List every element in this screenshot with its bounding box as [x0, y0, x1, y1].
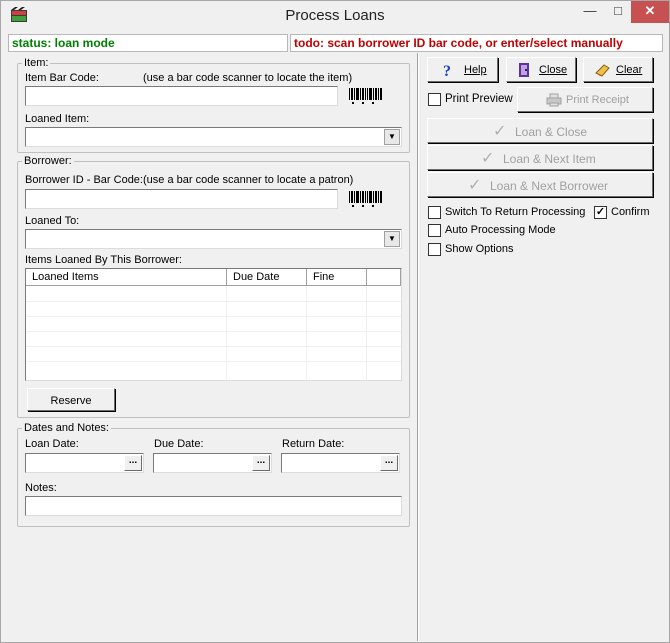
- grid-line: [26, 331, 401, 332]
- notes-input[interactable]: [25, 496, 402, 516]
- maximize-button[interactable]: □: [605, 1, 631, 23]
- loaned-to-label: Loaned To:: [25, 215, 80, 227]
- print-preview-label: Print Preview: [445, 93, 513, 105]
- print-receipt-label: Print Receipt: [566, 94, 629, 106]
- close-icon: ✕: [644, 3, 656, 18]
- loaned-item-select[interactable]: ▼: [25, 127, 402, 147]
- auto-processing-checkbox[interactable]: [428, 224, 441, 237]
- svg-text:?: ?: [443, 63, 451, 78]
- printer-icon: [546, 93, 562, 107]
- minimize-button[interactable]: —: [575, 1, 605, 23]
- reserve-button[interactable]: Reserve: [27, 388, 115, 411]
- dates-group-title: Dates and Notes:: [22, 422, 111, 435]
- item-group: Item: Item Bar Code: (use a bar code sca…: [17, 57, 410, 153]
- switch-return-checkbox[interactable]: [428, 206, 441, 219]
- barcode-icon[interactable]: [348, 189, 384, 209]
- reserve-button-label: Reserve: [50, 395, 92, 407]
- notes-label: Notes:: [25, 482, 57, 494]
- loaned-to-select[interactable]: ▼: [25, 229, 402, 249]
- grid-line: [26, 361, 401, 362]
- item-group-title: Item:: [22, 57, 51, 70]
- check-icon: ✓: [493, 123, 507, 140]
- chevron-down-icon[interactable]: ▼: [384, 129, 400, 145]
- grid-line: [26, 316, 401, 317]
- borrower-barcode-hint: (use a bar code scanner to locate a patr…: [143, 174, 354, 186]
- loan-date-label: Loan Date:: [25, 438, 79, 450]
- close-label: Close: [539, 64, 568, 76]
- panel-divider: [417, 53, 419, 641]
- help-icon: ?: [443, 63, 451, 78]
- list-header: Loaned Items Due Date Fine: [26, 269, 401, 286]
- loan-next-borrower-button[interactable]: ✓ Loan & Next Borrower: [427, 172, 653, 197]
- column-header-fine[interactable]: Fine: [307, 269, 367, 286]
- close-button[interactable]: Close: [506, 57, 576, 82]
- items-loaned-list[interactable]: Loaned Items Due Date Fine: [25, 268, 402, 381]
- check-icon: ✓: [481, 150, 495, 167]
- date-picker-button[interactable]: ...: [124, 455, 142, 471]
- confirm-label: Confirm: [611, 206, 650, 218]
- loan-next-borrower-label: Loan & Next Borrower: [490, 179, 609, 193]
- chevron-down-icon[interactable]: ▼: [384, 231, 400, 247]
- minimize-icon: —: [583, 3, 597, 18]
- switch-return-label: Switch To Return Processing: [445, 206, 586, 218]
- items-loaned-label: Items Loaned By This Borrower:: [25, 254, 182, 266]
- close-window-button[interactable]: ✕: [631, 1, 669, 23]
- check-icon: ✓: [468, 177, 482, 194]
- borrower-barcode-label: Borrower ID - Bar Code:: [25, 174, 143, 186]
- print-preview-checkbox[interactable]: [428, 93, 441, 106]
- confirm-checkbox[interactable]: ✓: [594, 206, 607, 219]
- borrower-barcode-input[interactable]: [25, 189, 338, 209]
- clear-label: Clear: [616, 64, 643, 76]
- loan-close-button[interactable]: ✓ Loan & Close: [427, 118, 653, 143]
- print-receipt-button[interactable]: Print Receipt: [517, 87, 653, 112]
- barcode-icon[interactable]: [348, 86, 384, 106]
- dates-notes-group: Dates and Notes: Loan Date: ... Due Date…: [17, 422, 410, 527]
- return-date-input[interactable]: ...: [281, 453, 400, 473]
- column-header-due-date[interactable]: Due Date: [227, 269, 307, 286]
- due-date-label: Due Date:: [154, 438, 204, 450]
- column-header-loaned-items[interactable]: Loaned Items: [26, 269, 227, 286]
- grid-line: [26, 346, 401, 347]
- loaned-item-label: Loaned Item:: [25, 113, 90, 125]
- due-date-input[interactable]: ...: [153, 453, 272, 473]
- loan-next-item-button[interactable]: ✓ Loan & Next Item: [427, 145, 653, 170]
- return-date-label: Return Date:: [282, 438, 345, 450]
- item-barcode-hint: (use a bar code scanner to locate the it…: [143, 72, 353, 84]
- loan-next-item-label: Loan & Next Item: [503, 152, 596, 166]
- item-barcode-input[interactable]: [25, 86, 338, 106]
- title-bar: Process Loans — □ ✕: [1, 1, 669, 33]
- status-text: status: loan mode: [8, 34, 288, 52]
- process-loans-window: Process Loans — □ ✕ status: loan mode to…: [0, 0, 670, 643]
- checkmark-icon: ✓: [595, 206, 606, 218]
- clear-button[interactable]: Clear: [583, 57, 653, 82]
- show-options-label: Show Options: [445, 243, 514, 255]
- column-header-extra[interactable]: [367, 269, 401, 286]
- maximize-icon: □: [614, 3, 622, 18]
- door-icon: [519, 63, 529, 77]
- todo-text: todo: scan borrower ID bar code, or ente…: [290, 34, 663, 52]
- show-options-checkbox[interactable]: [428, 243, 441, 256]
- date-picker-button[interactable]: ...: [252, 455, 270, 471]
- window-title: Process Loans: [285, 7, 385, 24]
- eraser-icon: [595, 64, 610, 77]
- help-button[interactable]: ? Help: [427, 57, 498, 82]
- loan-date-input[interactable]: ...: [25, 453, 144, 473]
- date-picker-button[interactable]: ...: [380, 455, 398, 471]
- borrower-group-title: Borrower:: [22, 155, 74, 168]
- grid-line: [26, 301, 401, 302]
- item-barcode-label: Item Bar Code:: [25, 72, 99, 84]
- auto-processing-label: Auto Processing Mode: [445, 224, 556, 236]
- help-label: Help: [464, 64, 487, 76]
- loan-close-label: Loan & Close: [515, 125, 588, 139]
- borrower-group: Borrower: Borrower ID - Bar Code: (use a…: [17, 155, 410, 418]
